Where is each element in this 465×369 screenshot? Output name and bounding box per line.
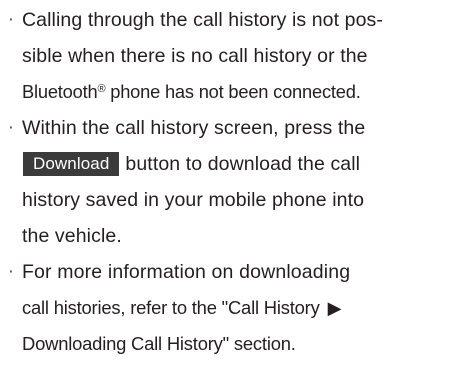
right-triangle-icon: ▶ — [327, 298, 342, 318]
note-more-information: · For more information on downloading ca… — [0, 254, 465, 362]
download-button[interactable]: Download — [23, 152, 120, 176]
note-download-history: · Within the call history screen, press … — [0, 110, 465, 254]
reference-text: call histories, refer to the "Call Histo… — [22, 297, 320, 318]
note-line: call histories, refer to the "Call Histo… — [22, 290, 465, 326]
note-line: For more information on downloading — [22, 261, 351, 283]
note-line: history saved in your mobile phone into — [22, 189, 365, 211]
note-line-tail: button to download the call — [125, 153, 361, 175]
note-line: Bluetooth® phone has not been connected. — [22, 74, 465, 110]
bullet-icon: · — [7, 117, 15, 138]
note-line: Calling through the call history is not … — [22, 9, 383, 31]
note-line: Downloading Call History" section. — [22, 333, 296, 354]
bullet-icon: · — [7, 261, 15, 282]
bluetooth-word: Bluetooth — [22, 81, 98, 102]
note-line: sible when there is no call history or t… — [22, 45, 368, 67]
note-line: the vehicle. — [22, 225, 122, 247]
note-line-tail: phone has not been connected. — [105, 81, 361, 102]
notes-list: · Calling through the call history is no… — [0, 0, 465, 362]
note-line: Download button to download the call — [22, 146, 465, 182]
note-line: Within the call history screen, press th… — [22, 117, 366, 139]
note-no-call-history: · Calling through the call history is no… — [0, 2, 465, 110]
bullet-icon: · — [7, 9, 15, 30]
